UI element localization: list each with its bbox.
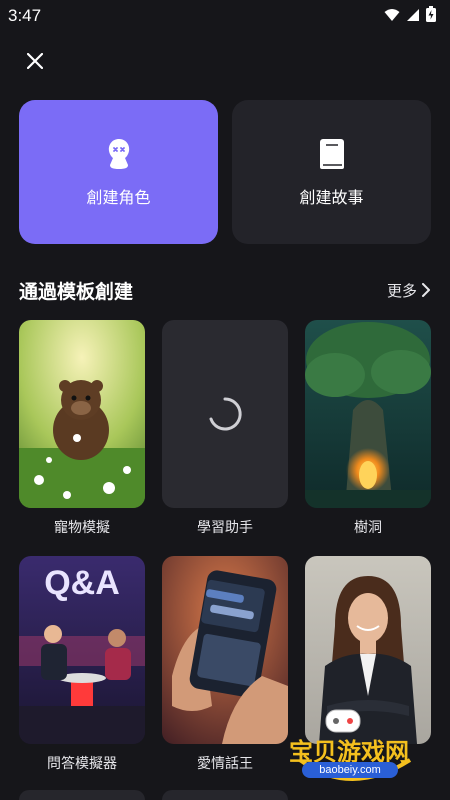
close-button[interactable]	[20, 46, 50, 76]
template-label	[305, 754, 431, 774]
qa-overlay-text: Q&A	[44, 564, 120, 602]
qa-thumbnail: Q&A	[19, 556, 145, 744]
template-label: 寵物模擬	[54, 520, 110, 536]
template-label: 學習助手	[197, 520, 253, 536]
phone-chat-thumbnail	[162, 556, 288, 744]
status-icons	[384, 6, 436, 26]
more-label: 更多	[386, 281, 417, 300]
book-icon	[314, 136, 350, 172]
template-card-tree[interactable]: 樹洞	[305, 320, 431, 538]
template-card-qa[interactable]: Q&A 問答模擬器	[19, 556, 145, 774]
businesswoman-thumbnail	[305, 556, 431, 744]
status-time: 3:47	[8, 6, 42, 25]
create-character-button[interactable]: 創建角色	[19, 100, 218, 244]
template-card-love[interactable]: 愛情話王	[162, 556, 288, 774]
signal-icon	[406, 7, 420, 26]
more-link[interactable]: 更多	[387, 280, 431, 301]
wifi-icon	[384, 7, 400, 26]
chevron-right-icon	[422, 283, 430, 297]
template-card-business[interactable]	[305, 556, 431, 774]
create-character-label: 創建角色	[86, 188, 151, 207]
section-title: 通過模板創建	[19, 280, 134, 303]
tree-thumbnail	[305, 320, 431, 508]
template-label: 問答模擬器	[47, 756, 117, 772]
create-story-label: 創建故事	[299, 188, 364, 207]
status-bar: 3:47	[0, 0, 450, 32]
template-label: 愛情話王	[197, 756, 253, 772]
template-label: 樹洞	[354, 520, 382, 536]
template-card-study[interactable]: 學習助手	[162, 320, 288, 538]
template-card-partial[interactable]	[162, 790, 288, 800]
templates-section-header: 通過模板創建 更多	[19, 274, 431, 306]
battery-icon	[426, 6, 436, 26]
loading-spinner-icon	[209, 397, 242, 431]
character-icon	[101, 136, 137, 172]
template-card-partial[interactable]	[19, 790, 145, 800]
template-card-pet[interactable]: 寵物模擬	[19, 320, 145, 538]
study-thumbnail	[162, 320, 288, 508]
pet-thumbnail	[19, 320, 145, 508]
close-icon	[27, 53, 43, 69]
create-story-button[interactable]: 創建故事	[232, 100, 431, 244]
